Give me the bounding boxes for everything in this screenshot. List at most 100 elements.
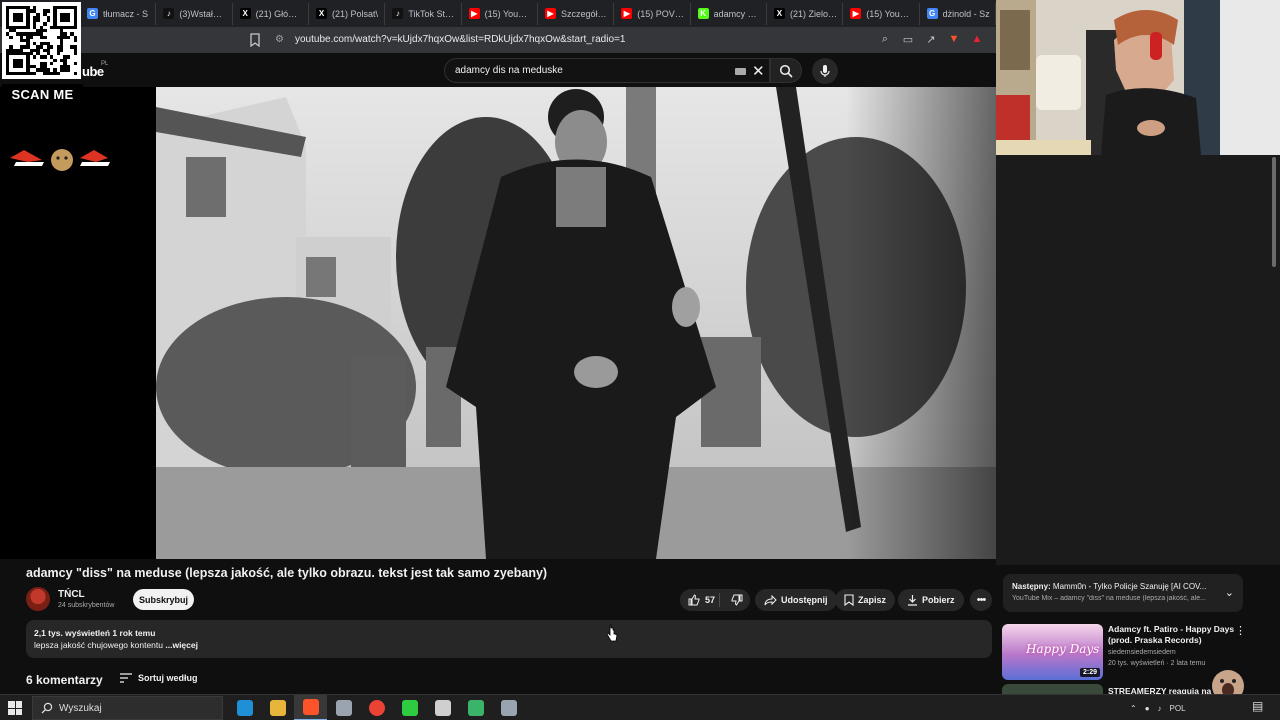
next-title: Mamm0n - Tylko Policje Szanuję [AI COV..… bbox=[1050, 582, 1207, 591]
scan-me-label: SCAN ME bbox=[2, 84, 83, 104]
search-input[interactable]: adamcy dis na meduske ✕ bbox=[444, 58, 770, 83]
brave-shield-icon[interactable]: ▼ bbox=[947, 32, 961, 46]
save-label: Zapisz bbox=[858, 595, 887, 605]
recommendation-meta: 20 tys. wyświetleń · 2 lata temu bbox=[1108, 660, 1206, 667]
thumbnail-text: Happy Days bbox=[1026, 642, 1100, 656]
channel-avatar[interactable] bbox=[26, 587, 50, 611]
qr-code bbox=[2, 2, 81, 79]
taskbar-app[interactable] bbox=[492, 695, 525, 720]
share-button[interactable]: Udostępnij bbox=[755, 589, 837, 611]
chevron-up-icon[interactable]: ⌃ bbox=[1130, 704, 1137, 713]
next-video-line: Następny: Mamm0n - Tylko Policje Szanuję… bbox=[1012, 582, 1217, 591]
like-button[interactable]: 57 bbox=[680, 593, 720, 607]
taskbar-app[interactable] bbox=[228, 695, 261, 720]
browser-tab[interactable]: ▶ (15) POV wy bbox=[616, 2, 691, 25]
browser-tab[interactable]: ♪ (3)Wstałeś j bbox=[158, 2, 233, 25]
taskbar-search-label: Wyszukaj bbox=[59, 703, 102, 714]
zoom-icon[interactable]: ⌕ bbox=[878, 32, 892, 46]
taskbar-app[interactable] bbox=[327, 695, 360, 720]
taskbar-app[interactable] bbox=[393, 695, 426, 720]
recommendation-channel[interactable]: siedemsiedemsiedem bbox=[1108, 649, 1176, 656]
start-button[interactable] bbox=[8, 701, 22, 715]
url-text[interactable]: youtube.com/watch?v=kUjdx7hqxOw&list=RDk… bbox=[295, 34, 625, 45]
tab-label: (21) Główna bbox=[255, 8, 303, 19]
scrollbar-thumb[interactable] bbox=[1272, 157, 1276, 267]
clear-search-icon[interactable]: ✕ bbox=[752, 62, 765, 80]
app-icon bbox=[335, 700, 352, 716]
thumbs-down-icon bbox=[731, 594, 743, 606]
browser-tab[interactable]: Gdżinold - Sz bbox=[922, 2, 996, 25]
description-box[interactable]: 2,1 tys. wyświetleń 1 rok temu lepsza ja… bbox=[26, 620, 992, 658]
page-scrollbar[interactable] bbox=[1271, 155, 1277, 695]
browser-tab[interactable]: ♪ TikTok Studi bbox=[387, 2, 462, 25]
emote-icons bbox=[10, 149, 110, 171]
sort-comments-button[interactable]: Sortuj według bbox=[120, 673, 198, 683]
share-icon[interactable]: ↗ bbox=[924, 32, 938, 46]
browser-tab[interactable]: X (21) Zielony bbox=[769, 2, 844, 25]
taskbar-app[interactable] bbox=[294, 695, 327, 720]
share-label: Udostępnij bbox=[781, 595, 828, 605]
notification-icon[interactable]: ▤ bbox=[1252, 699, 1263, 713]
show-more-link[interactable]: ...więcej bbox=[165, 640, 198, 650]
search-query[interactable]: adamcy dis na meduske bbox=[455, 65, 563, 76]
taskbar-app[interactable] bbox=[360, 695, 393, 720]
tab-label: adamcy Clip bbox=[713, 8, 761, 19]
download-label: Pobierz bbox=[922, 595, 955, 605]
cast-icon[interactable]: ▭ bbox=[901, 32, 915, 46]
taskbar-app[interactable] bbox=[426, 695, 459, 720]
google-icon: G bbox=[926, 8, 938, 19]
dislike-button[interactable] bbox=[724, 594, 750, 606]
video-frame bbox=[156, 87, 1114, 559]
recommendation-thumbnail[interactable]: Happy Days 2:29 bbox=[1002, 624, 1103, 680]
more-actions-button[interactable]: ••• bbox=[970, 589, 992, 611]
browser-tab[interactable]: X (21) Polsat\ bbox=[311, 2, 386, 25]
browser-tab[interactable]: ▶ Szczegóły fi bbox=[540, 2, 615, 25]
comments-count: 6 komentarzy bbox=[26, 673, 103, 687]
recommendation-title[interactable]: Adamcy ft. Patiro - Happy Days (prod. Pr… bbox=[1108, 624, 1236, 646]
browser-tab[interactable]: Gtłumacz - S bbox=[82, 2, 157, 25]
chevron-down-icon[interactable]: ⌄ bbox=[1225, 586, 1234, 599]
browser-tab[interactable]: ▶ (15) YouTub bbox=[845, 2, 920, 25]
brave-icon bbox=[302, 699, 319, 715]
address-bar[interactable]: ⚙ youtube.com/watch?v=kUjdx7hqxOw&list=R… bbox=[0, 27, 996, 53]
bookmark-icon[interactable] bbox=[249, 33, 261, 47]
taskbar-app[interactable] bbox=[459, 695, 492, 720]
taskbar-app[interactable] bbox=[261, 695, 294, 720]
download-button[interactable]: Pobierz bbox=[898, 589, 964, 611]
site-settings-icon[interactable]: ⚙ bbox=[275, 34, 284, 45]
app-icon bbox=[500, 700, 517, 716]
voice-search-button[interactable] bbox=[812, 58, 838, 84]
volume-icon[interactable]: ♪ bbox=[1158, 704, 1162, 713]
more-dots-icon: ••• bbox=[976, 594, 987, 606]
bookmark-save-icon bbox=[844, 594, 854, 606]
mix-subtitle: YouTube Mix – adamcy "diss" na meduse (l… bbox=[1012, 595, 1206, 602]
language-indicator[interactable]: POL bbox=[1170, 704, 1186, 713]
tab-label: tłumacz - S bbox=[103, 8, 149, 19]
save-button[interactable]: Zapisz bbox=[835, 589, 896, 611]
edge-icon bbox=[236, 700, 253, 716]
tab-label: (21) Zielony bbox=[789, 8, 838, 19]
download-icon bbox=[908, 595, 917, 606]
taskbar-search-input[interactable]: Wyszukaj bbox=[32, 696, 223, 720]
subscribe-button[interactable]: Subskrybuj bbox=[133, 589, 194, 610]
search-icon bbox=[41, 702, 53, 714]
sort-label: Sortuj według bbox=[138, 673, 198, 683]
browser-tab[interactable]: ▶ (15) YouTub bbox=[464, 2, 538, 25]
playlist-next-panel[interactable]: Następny: Mamm0n - Tylko Policje Szanuję… bbox=[1003, 574, 1243, 612]
microphone-icon[interactable]: ● bbox=[1145, 704, 1150, 713]
video-player[interactable] bbox=[0, 87, 1114, 559]
channel-name[interactable]: TŃCL bbox=[58, 589, 85, 600]
keyboard-icon[interactable] bbox=[735, 68, 746, 75]
recommendation-thumbnail-2[interactable] bbox=[1002, 684, 1103, 694]
kebab-menu-icon[interactable]: ⋮ bbox=[1235, 624, 1246, 637]
tiktok-icon: ♪ bbox=[163, 8, 175, 19]
thumbs-up-icon bbox=[688, 594, 700, 606]
search-button[interactable] bbox=[770, 58, 802, 83]
explorer-icon bbox=[269, 700, 286, 716]
like-count: 57 bbox=[705, 595, 716, 605]
taskbar-apps bbox=[228, 695, 525, 720]
brave-rewards-icon[interactable]: ▲ bbox=[970, 32, 984, 46]
browser-tab[interactable]: X (21) Główna bbox=[235, 2, 309, 25]
play-icon bbox=[401, 700, 418, 716]
browser-tab[interactable]: Kadamcy Clip bbox=[693, 2, 767, 25]
